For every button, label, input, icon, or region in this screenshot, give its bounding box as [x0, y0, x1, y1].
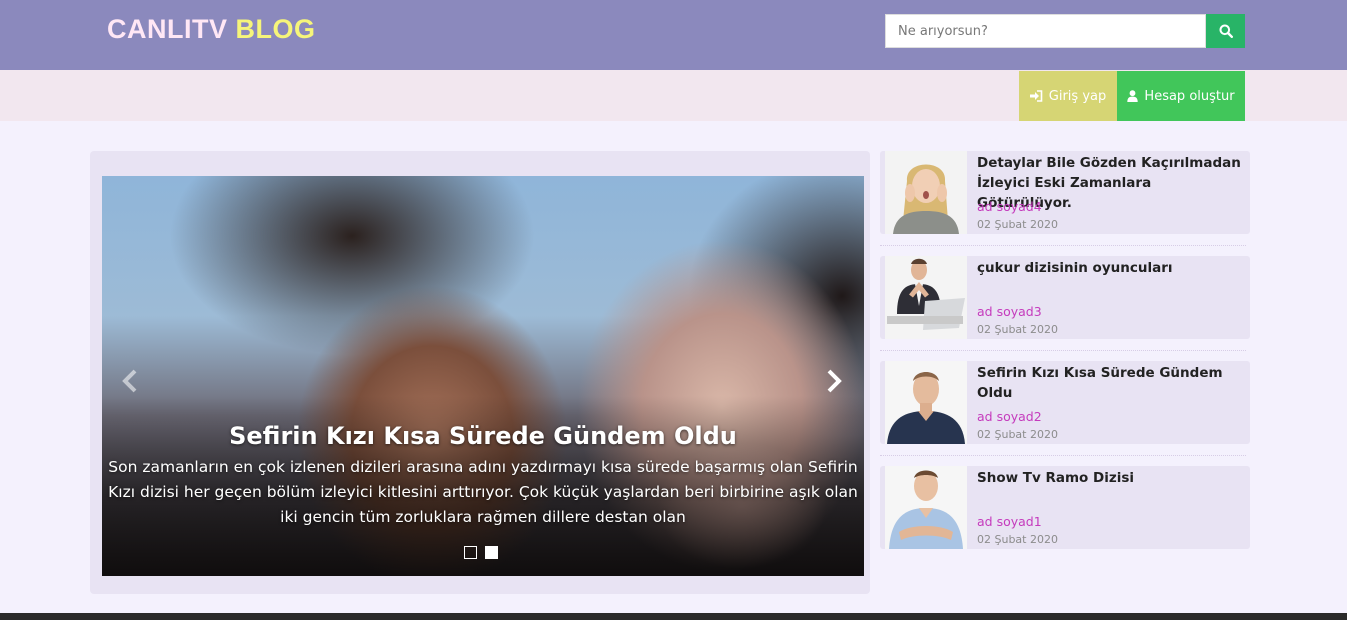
- search-input[interactable]: [885, 14, 1206, 48]
- post-title[interactable]: Show Tv Ramo Dizisi: [977, 468, 1245, 488]
- login-button[interactable]: Giriş yap: [1019, 71, 1117, 121]
- post-thumbnail: [885, 466, 967, 549]
- divider: [880, 245, 1246, 246]
- post-thumbnail: [885, 256, 967, 339]
- post-author[interactable]: ad soyad3: [977, 304, 1042, 319]
- post-author[interactable]: ad soyad1: [977, 514, 1042, 529]
- post-card[interactable]: çukur dizisinin oyuncuları ad soyad3 02 …: [880, 256, 1250, 339]
- search-icon: [1219, 24, 1233, 38]
- register-button[interactable]: Hesap oluştur: [1117, 71, 1245, 121]
- slider-dot-2[interactable]: [485, 546, 498, 559]
- slider-indicators: [464, 546, 498, 559]
- post-thumbnail: [885, 151, 967, 234]
- page-bottom-edge: [0, 613, 1347, 620]
- post-date: 02 Şubat 2020: [977, 428, 1058, 441]
- divider: [880, 350, 1246, 351]
- chevron-left-icon[interactable]: [116, 366, 146, 396]
- site-logo[interactable]: CANLITV BLOG: [107, 14, 316, 45]
- logo-text-canlitv: CANLITV: [107, 14, 228, 44]
- sign-in-icon: [1029, 90, 1043, 102]
- featured-slider[interactable]: Sefirin Kızı Kısa Sürede Gündem Oldu Son…: [102, 176, 864, 576]
- post-card[interactable]: Sefirin Kızı Kısa Sürede Gündem Oldu ad …: [880, 361, 1250, 444]
- post-card[interactable]: Show Tv Ramo Dizisi ad soyad1 02 Şubat 2…: [880, 466, 1250, 549]
- post-author[interactable]: ad soyad4: [977, 199, 1042, 214]
- post-date: 02 Şubat 2020: [977, 533, 1058, 546]
- chevron-right-icon[interactable]: [818, 366, 848, 396]
- man-portrait-photo-icon: [885, 361, 967, 444]
- slide-description: Son zamanların en çok izlenen dizileri a…: [108, 458, 858, 526]
- slider-dot-1[interactable]: [464, 546, 477, 559]
- post-author[interactable]: ad soyad2: [977, 409, 1042, 424]
- post-card[interactable]: Detaylar Bile Gözden Kaçırılmadan İzleyi…: [880, 151, 1250, 234]
- woman-surprised-photo-icon: [885, 151, 967, 234]
- divider: [880, 455, 1246, 456]
- register-label: Hesap oluştur: [1144, 88, 1235, 104]
- man-arms-crossed-photo-icon: [885, 466, 967, 549]
- post-date: 02 Şubat 2020: [977, 323, 1058, 336]
- search-button[interactable]: [1206, 14, 1245, 48]
- post-title[interactable]: çukur dizisinin oyuncuları: [977, 258, 1245, 278]
- post-title[interactable]: Sefirin Kızı Kısa Sürede Gündem Oldu: [977, 363, 1245, 403]
- post-date: 02 Şubat 2020: [977, 218, 1058, 231]
- post-thumbnail: [885, 361, 967, 444]
- logo-text-blog: BLOG: [235, 14, 316, 44]
- man-laptop-photo-icon: [885, 256, 967, 339]
- slide-title[interactable]: Sefirin Kızı Kısa Sürede Gündem Oldu: [102, 422, 864, 450]
- user-icon: [1127, 90, 1139, 102]
- login-label: Giriş yap: [1048, 88, 1107, 104]
